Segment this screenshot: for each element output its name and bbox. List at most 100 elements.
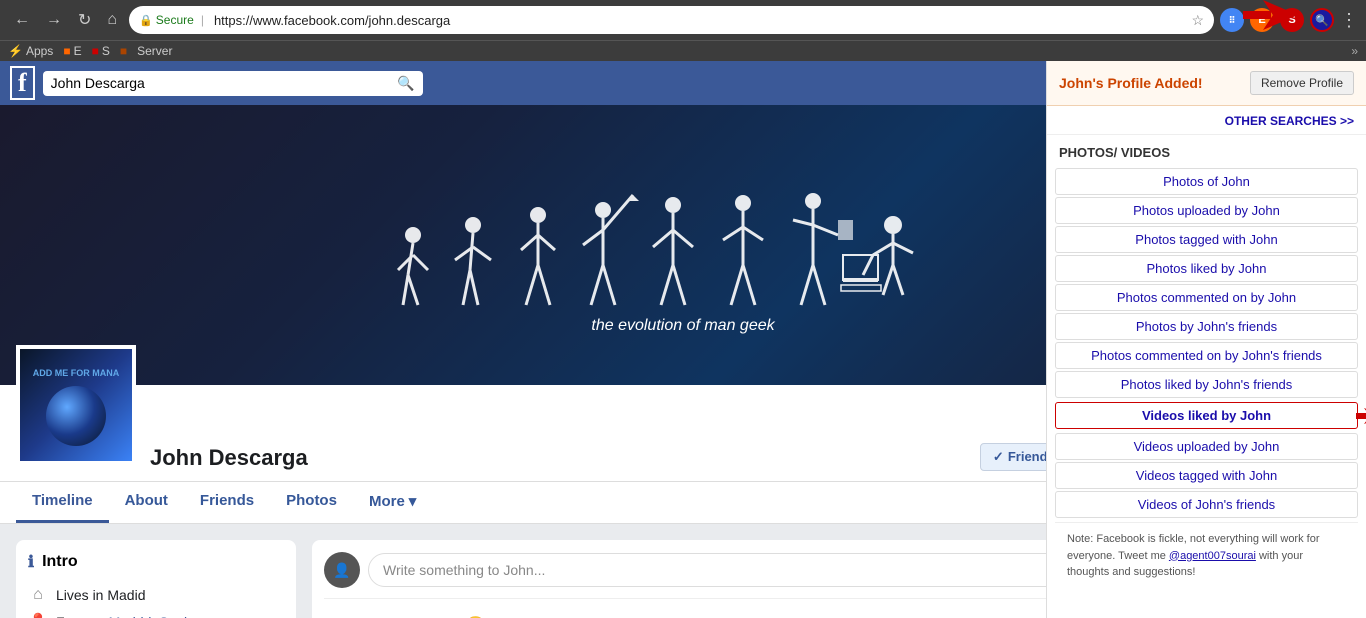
photo-icon: 📷 [336,615,356,618]
bookmark-s2-icon: ■ [120,44,127,58]
home-button[interactable]: ⌂ [101,9,123,31]
bookmark-s[interactable]: ■ S [92,44,110,58]
other-searches-link[interactable]: OTHER SEARCHES >> [1225,114,1354,128]
panel-link-8[interactable]: Videos liked by John [1055,402,1358,429]
panel-link-11[interactable]: Videos of John's friends [1055,491,1358,518]
panel-link-2-text: Photos tagged with John [1135,232,1277,247]
red-arrow-browser-svg [1243,0,1303,30]
composer-avatar: 👤 [324,552,360,588]
panel-link-10[interactable]: Videos tagged with John [1055,462,1358,489]
panel-link-5-text: Photos by John's friends [1136,319,1277,334]
panel-link-6[interactable]: Photos commented on by John's friends [1055,342,1358,369]
panel-link-1[interactable]: Photos uploaded by John [1055,197,1358,224]
panel-added-text: John's Profile Added! [1059,75,1203,91]
panel-link-9[interactable]: Videos uploaded by John [1055,433,1358,460]
panel-note-link[interactable]: @agent007sourai [1169,550,1256,562]
panel-link-9-text: Videos uploaded by John [1134,439,1280,454]
bookmark-star-icon[interactable]: ☆ [1191,12,1204,29]
fb-search-input[interactable] [51,75,392,91]
panel-link-11-text: Videos of John's friends [1138,497,1275,512]
back-button[interactable]: ← [8,9,36,31]
panel-link-10-text: Videos tagged with John [1136,468,1277,483]
tab-photos[interactable]: Photos [270,482,353,523]
photo-video-button[interactable]: 📷 Photo/Video [324,607,450,618]
panel-note: Note: Facebook is fickle, not everything… [1055,522,1358,589]
intro-card: ℹ Intro ⌂ Lives in Madid 📍 From Madrid, … [16,540,296,618]
browser-chrome: ← → ↻ ⌂ 🔒 Secure | https://www.facebook.… [0,0,1366,61]
intro-lives-item: ⌂ Lives in Madid [28,582,284,608]
tab-timeline[interactable]: Timeline [16,482,109,523]
secure-label: Secure [156,13,194,27]
composer-more-button[interactable]: ••• [604,607,637,618]
bookmark-s2[interactable]: ■ [120,44,127,58]
bookmark-e-label: E [74,44,82,58]
fb-search-bar[interactable]: 🔍 [43,71,423,96]
location-icon: 📍 [28,612,48,618]
nav-buttons: ← → ↻ ⌂ [8,8,123,32]
browser-menu-button[interactable]: ⋮ [1340,10,1358,31]
panel-link-7-text: Photos liked by John's friends [1121,377,1293,392]
profile-name: John Descarga [150,445,980,471]
tab-more-chevron-icon: ▾ [409,492,417,510]
panel-links-scroll[interactable]: Photos of John Photos uploaded by John P… [1047,166,1366,618]
fb-search-icon: 🔍 [397,75,414,92]
toolbar-right: ⠿ E S 🔍 ⋮ [1220,8,1358,32]
panel-link-3-text: Photos liked by John [1147,261,1267,276]
composer-placeholder: Write something to John... [383,562,545,578]
intro-title-icon: ℹ [28,552,34,572]
left-column: ℹ Intro ⌂ Lives in Madid 📍 From Madrid, … [16,540,296,618]
tab-more-label: More [369,493,405,510]
secure-badge: 🔒 Secure | [139,13,208,27]
lock-icon: 🔒 [139,14,153,27]
panel-link-3[interactable]: Photos liked by John [1055,255,1358,282]
panel-link-0[interactable]: Photos of John [1055,168,1358,195]
bookmark-s-label: S [102,44,110,58]
bookmark-s-icon: ■ [92,44,99,58]
tab-about-label: About [125,492,168,509]
ext-btn-apps[interactable]: ⠿ [1220,8,1244,32]
profile-pic-text: ADD ME FOR MANA [29,364,124,384]
remove-profile-button[interactable]: Remove Profile [1250,71,1354,95]
profile-pic-globe [46,386,106,446]
bookmark-apps[interactable]: ⚡ Apps [8,44,53,58]
panel-link-6-text: Photos commented on by John's friends [1091,348,1322,363]
panel-link-8-container: Videos liked by John [1055,400,1358,431]
tab-friends[interactable]: Friends [184,482,270,523]
feeling-icon: 😊 [466,615,486,618]
bookmarks-chevron[interactable]: » [1351,44,1358,58]
separator: | [201,13,204,27]
bookmark-server[interactable]: Server [137,44,172,58]
friends-check-icon: ✓ [993,449,1004,465]
panel-link-4[interactable]: Photos commented on by John [1055,284,1358,311]
intro-title: ℹ Intro [28,552,284,572]
address-bar[interactable]: 🔒 Secure | https://www.facebook.com/john… [129,6,1214,34]
tab-more[interactable]: More ▾ [353,482,432,523]
panel-link-5[interactable]: Photos by John's friends [1055,313,1358,340]
tab-timeline-label: Timeline [32,492,93,509]
browser-toolbar: ← → ↻ ⌂ 🔒 Secure | https://www.facebook.… [0,0,1366,40]
feeling-activity-button[interactable]: 😊 Feeling/Activity [454,607,600,618]
ext-btn-search[interactable]: 🔍 [1310,8,1334,32]
url-text: https://www.facebook.com/john.descarga [214,13,1186,28]
panel-link-2[interactable]: Photos tagged with John [1055,226,1358,253]
bookmark-apps-label: Apps [26,44,53,58]
panel-link-1-text: Photos uploaded by John [1133,203,1280,218]
sidebar-panel: John's Profile Added! Remove Profile OTH… [1046,61,1366,618]
intro-from-item: 📍 From Madrid, Spain [28,608,284,618]
forward-button[interactable]: → [40,9,68,31]
panel-link-8-text: Videos liked by John [1142,408,1271,423]
home-icon: ⌂ [28,586,48,604]
bookmark-e[interactable]: ■ E [63,44,81,58]
panel-header: John's Profile Added! Remove Profile [1047,61,1366,106]
other-searches: OTHER SEARCHES >> [1047,106,1366,135]
panel-link-0-text: Photos of John [1163,174,1250,189]
tab-about[interactable]: About [109,482,184,523]
bookmark-apps-icon: ⚡ [8,44,23,58]
tab-friends-label: Friends [200,492,254,509]
panel-red-arrow-svg [1356,406,1366,426]
bookmark-e-icon: ■ [63,44,70,58]
intro-title-label: Intro [42,553,78,571]
panel-link-7[interactable]: Photos liked by John's friends [1055,371,1358,398]
refresh-button[interactable]: ↻ [72,8,97,32]
profile-picture: ADD ME FOR MANA [16,345,136,465]
